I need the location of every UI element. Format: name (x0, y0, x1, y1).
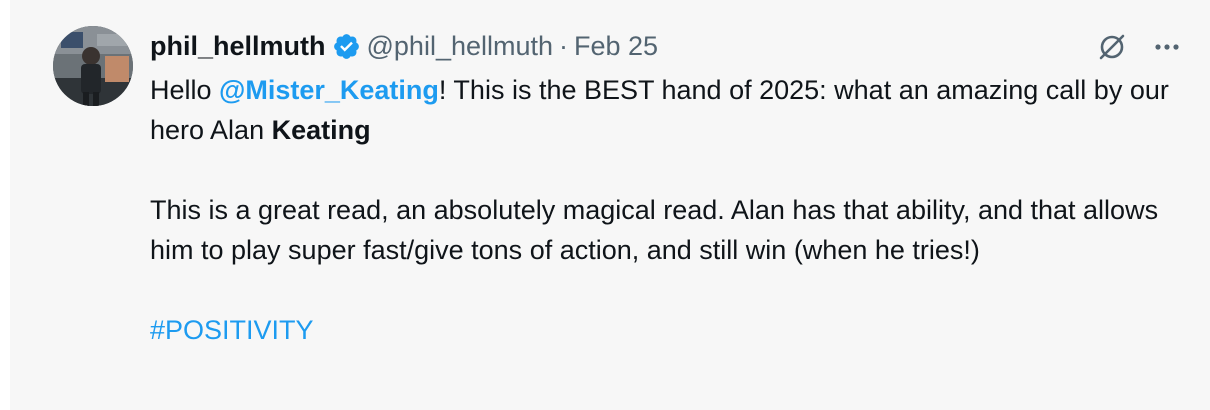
hashtag-link[interactable]: #POSITIVITY (150, 315, 314, 345)
verified-badge-icon[interactable] (332, 32, 361, 61)
text-segment: Hello (150, 75, 220, 105)
tweet-paragraph-2: This is a great read, an absolutely magi… (150, 195, 1159, 265)
tweet-paragraph-3: #POSITIVITY (150, 310, 1190, 350)
author-handle[interactable]: @phil_hellmuth (367, 31, 554, 62)
avatar[interactable] (53, 26, 133, 106)
mention-link[interactable]: @Mister_Keating (219, 75, 439, 105)
author-name[interactable]: phil_hellmuth (150, 31, 326, 62)
tweet-date[interactable]: Feb 25 (574, 31, 658, 62)
avatar-photo (53, 26, 133, 106)
grok-icon[interactable] (1095, 30, 1129, 64)
tweet-header: phil_hellmuth @phil_hellmuth · Feb 25 (150, 26, 658, 66)
tweet-text: Hello @Mister_Keating! This is the BEST … (150, 70, 1190, 350)
bold-text: Keating (271, 115, 371, 145)
tweet-paragraph-1: Hello @Mister_Keating! This is the BEST … (150, 70, 1190, 150)
tweet-card[interactable]: phil_hellmuth @phil_hellmuth · Feb 25 He… (10, 0, 1210, 410)
separator-dot: · (559, 30, 569, 61)
more-icon[interactable] (1150, 30, 1184, 64)
